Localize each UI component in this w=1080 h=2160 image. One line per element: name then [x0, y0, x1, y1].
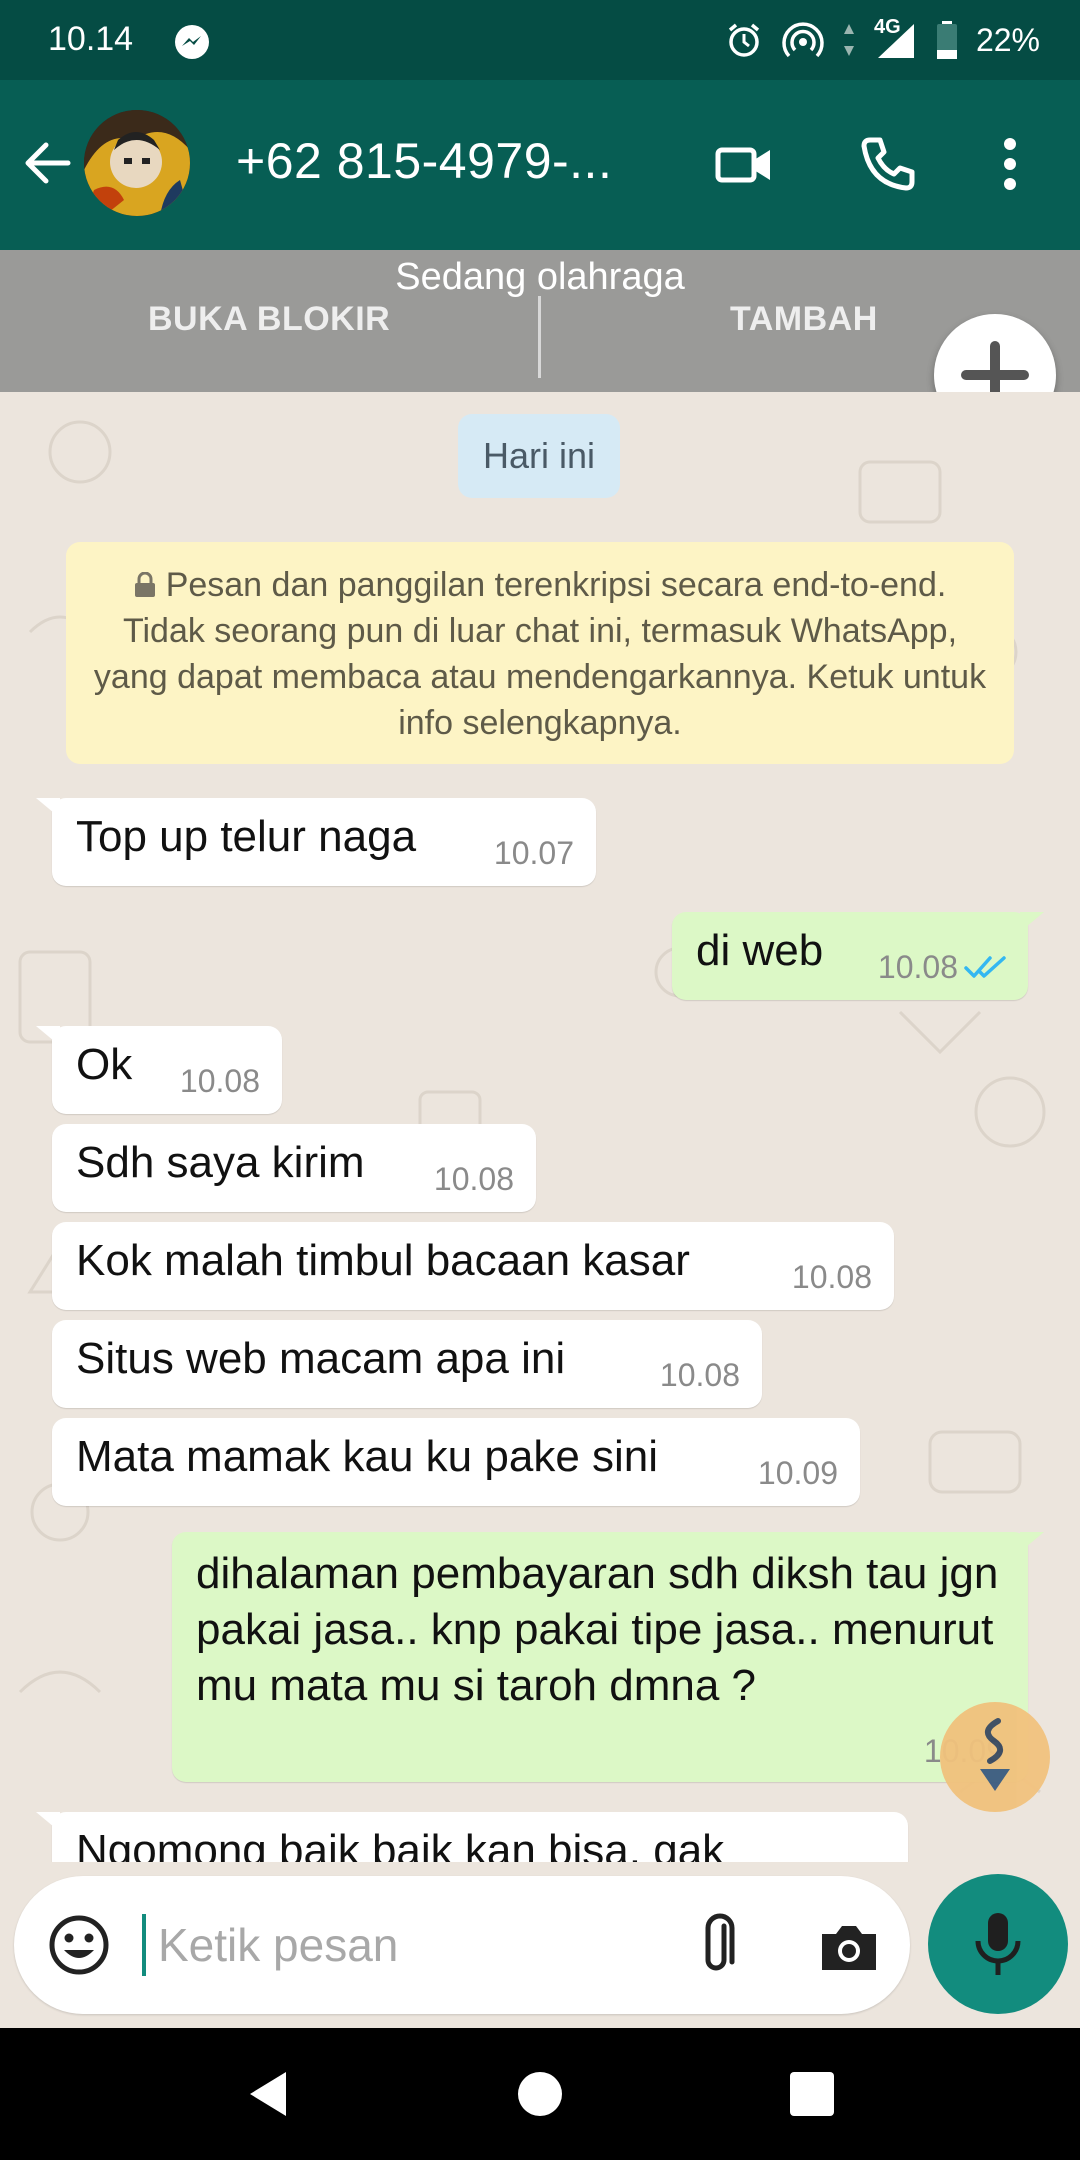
- message-composer: Ketik pesan: [14, 1876, 910, 2014]
- message-text: Kok malah timbul bacaan kasar: [76, 1236, 690, 1285]
- battery-icon: [936, 21, 957, 59]
- encryption-notice[interactable]: Pesan dan panggilan terenkripsi secara e…: [66, 542, 1014, 764]
- banner-divider: [538, 296, 541, 378]
- system-nav-bar: [0, 2028, 1080, 2160]
- message-text: Situs web macam apa ini: [76, 1334, 566, 1383]
- date-chip: Hari ini: [458, 414, 620, 498]
- message-outgoing[interactable]: dihalaman pembayaran sdh diksh tau jgn p…: [172, 1532, 1044, 1782]
- bubble-tail: [1020, 1532, 1044, 1552]
- read-ticks-icon: [964, 956, 1006, 978]
- chat-header: +62 815-4979-...: [0, 80, 1080, 250]
- message-input[interactable]: Ketik pesan: [158, 1918, 398, 1972]
- contact-name[interactable]: +62 815-4979-...: [236, 132, 612, 190]
- mic-button[interactable]: [928, 1874, 1068, 2014]
- clock: 10.14: [48, 20, 134, 58]
- status-icons: 4G 22%: [724, 16, 1040, 62]
- bubble-tail: [36, 1812, 60, 1832]
- arrow-down-icon: [980, 1718, 1010, 1791]
- message-time: 10.08: [433, 1161, 514, 1197]
- bubble-tail: [36, 1026, 60, 1046]
- scroll-to-bottom-button[interactable]: [940, 1702, 1050, 1812]
- alarm-icon: [728, 23, 760, 57]
- blocked-contact-banner: Sedang olahraga BUKA BLOKIR TAMBAH: [0, 250, 1080, 392]
- message-text: Sdh saya kirim: [76, 1138, 365, 1187]
- message-time: 10.08: [791, 1259, 872, 1295]
- camera-icon[interactable]: [816, 1914, 882, 1980]
- message-time: 10.07: [493, 835, 574, 871]
- battery-percent: 22%: [975, 21, 1040, 58]
- video-call-icon[interactable]: [712, 132, 776, 196]
- back-arrow-icon[interactable]: [20, 135, 76, 191]
- text-cursor: [142, 1914, 146, 1976]
- nav-back-icon[interactable]: [244, 2068, 296, 2120]
- data-arrows-icon: [843, 24, 854, 56]
- signal-icon: [877, 24, 914, 58]
- contact-avatar[interactable]: [84, 110, 190, 216]
- mic-icon: [975, 1913, 1021, 1975]
- message-text: Ngomong baik baik kan bisa, gak: [76, 1826, 725, 1862]
- chat-area[interactable]: Hari ini Pesan dan panggilan terenkripsi…: [0, 392, 1080, 1862]
- message-text: di web: [696, 926, 824, 975]
- message-incoming[interactable]: Mata mamak kau ku pake sini 10.09: [52, 1418, 860, 1506]
- message-incoming[interactable]: Ok 10.08: [36, 1026, 282, 1114]
- add-contact-button[interactable]: TAMBAH: [730, 300, 878, 339]
- emoji-icon[interactable]: [46, 1912, 112, 1978]
- contact-status: Sedang olahraga: [395, 256, 685, 298]
- more-vert-icon[interactable]: [990, 132, 1030, 196]
- message-text: dihalaman pembayaran sdh diksh tau jgn p…: [196, 1549, 999, 1710]
- voice-call-icon[interactable]: [856, 132, 920, 196]
- nav-recents-icon[interactable]: [786, 2068, 838, 2120]
- status-bar: 10.14 4G 22%: [0, 0, 1080, 80]
- attach-icon[interactable]: [686, 1912, 752, 1978]
- message-incoming[interactable]: Kok malah timbul bacaan kasar 10.08: [52, 1222, 894, 1310]
- signal-4g: 4G: [874, 16, 918, 60]
- message-incoming[interactable]: Ngomong baik baik kan bisa, gak: [36, 1812, 908, 1862]
- message-incoming[interactable]: Situs web macam apa ini 10.08: [52, 1320, 762, 1408]
- message-outgoing[interactable]: di web 10.08: [672, 912, 1044, 1000]
- unblock-button[interactable]: BUKA BLOKIR: [148, 300, 390, 339]
- bubble-tail: [1020, 912, 1044, 932]
- message-incoming[interactable]: Top up telur naga 10.07: [36, 798, 596, 886]
- encryption-text: Pesan dan panggilan terenkripsi secara e…: [93, 566, 987, 742]
- lock-icon: [134, 572, 155, 597]
- message-time: 10.09: [757, 1455, 838, 1491]
- nav-home-icon[interactable]: [514, 2068, 566, 2120]
- hotspot-icon: [782, 22, 824, 58]
- message-time: 10.08: [659, 1357, 740, 1393]
- message-text: Top up telur naga: [76, 812, 417, 861]
- message-text: Ok: [76, 1040, 133, 1089]
- message-text: Mata mamak kau ku pake sini: [76, 1432, 659, 1481]
- message-time: 10.08: [877, 949, 958, 985]
- message-incoming[interactable]: Sdh saya kirim 10.08: [52, 1124, 536, 1212]
- messenger-icon: [175, 25, 209, 59]
- message-time: 10.08: [179, 1063, 260, 1099]
- bubble-tail: [36, 798, 60, 818]
